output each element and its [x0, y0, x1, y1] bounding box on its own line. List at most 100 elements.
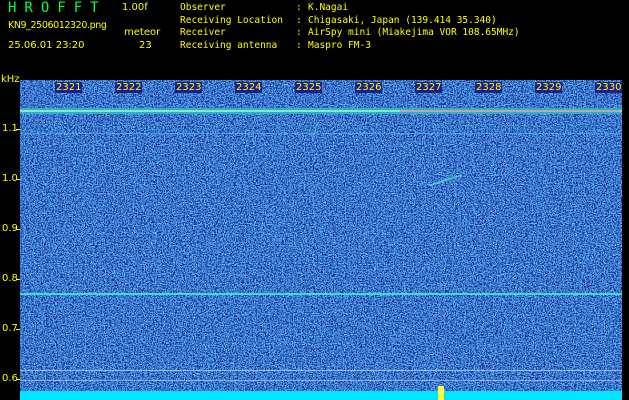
noise-speckle	[141, 149, 142, 150]
noise-speckle	[439, 305, 440, 306]
noise-speckle	[552, 188, 553, 189]
noise-speckle	[277, 136, 278, 137]
noise-speckle	[447, 305, 448, 306]
info-value: Chigasaki, Japan (139.414 35.340)	[308, 14, 497, 26]
noise-speckle	[45, 184, 46, 185]
noise-speckle	[71, 368, 72, 369]
noise-speckle	[430, 151, 431, 152]
noise-speckle	[320, 287, 321, 288]
noise-speckle	[567, 331, 568, 332]
noise-speckle	[171, 151, 172, 152]
noise-speckle	[155, 157, 156, 158]
y-axis-unit: kHz	[1, 74, 20, 85]
noise-speckle	[247, 162, 248, 163]
noise-speckle	[513, 162, 514, 163]
noise-speckle	[246, 182, 247, 183]
y-tick-mark	[16, 379, 20, 380]
noise-speckle	[22, 143, 23, 144]
x-tick-label: 2326	[355, 82, 383, 93]
noise-speckle	[260, 304, 261, 305]
carrier-band-hot	[400, 110, 620, 112]
noise-speckle	[150, 246, 151, 247]
noise-speckle	[607, 124, 608, 125]
carrier-line	[20, 133, 622, 134]
y-tick-mark	[16, 129, 20, 130]
noise-speckle	[67, 190, 68, 191]
noise-speckle	[208, 219, 209, 220]
noise-speckle	[419, 194, 420, 195]
version-label: 1.00f	[122, 2, 148, 13]
info-value: K.Nagai	[308, 2, 349, 13]
y-tick-mark	[16, 329, 20, 330]
noise-speckle	[211, 217, 212, 218]
noise-speckle	[529, 305, 530, 306]
noise-speckle	[262, 223, 263, 224]
noise-speckle	[592, 257, 593, 258]
x-tick-label: 2325	[295, 82, 323, 93]
x-tick-label: 2322	[115, 82, 143, 93]
carrier-line	[20, 370, 622, 371]
noise-speckle	[228, 233, 229, 234]
noise-speckle	[25, 203, 26, 204]
noise-speckle	[317, 132, 318, 133]
noise-speckle	[227, 118, 228, 119]
noise-speckle	[234, 381, 235, 382]
noise-speckle	[588, 232, 589, 233]
noise-speckle	[89, 334, 90, 335]
noise-speckle	[200, 140, 201, 141]
noise-speckle	[414, 198, 415, 199]
noise-speckle	[512, 199, 513, 200]
noise-speckle	[134, 269, 135, 270]
noise-speckle	[188, 215, 189, 216]
noise-speckle	[250, 224, 251, 225]
noise-speckle	[376, 348, 377, 349]
noise-speckle	[604, 298, 605, 299]
noise-speckle	[442, 309, 443, 310]
noise-speckle	[299, 124, 300, 125]
noise-speckle	[584, 333, 585, 334]
noise-speckle	[468, 122, 469, 123]
noise-speckle	[214, 347, 215, 348]
noise-speckle	[39, 267, 40, 268]
noise-speckle	[208, 141, 209, 142]
noise-speckle	[539, 270, 540, 271]
noise-speckle	[206, 348, 207, 349]
carrier-line-strong	[20, 293, 622, 295]
noise-speckle	[518, 315, 519, 316]
noise-speckle	[161, 169, 162, 170]
noise-speckle	[519, 338, 520, 339]
x-tick-label: 2323	[175, 82, 203, 93]
waterfall-spectrogram	[20, 80, 622, 400]
noise-speckle	[444, 299, 445, 300]
noise-speckle	[544, 229, 545, 230]
info-value: Maspro FM-3	[308, 39, 371, 51]
noise-speckle	[422, 357, 423, 358]
noise-speckle	[485, 120, 486, 121]
noise-speckle	[93, 149, 94, 150]
noise-speckle	[439, 337, 440, 338]
hrofft-window: HROFFT 1.00f KN9_2506012320.png 25.06.01…	[0, 0, 629, 400]
noise-speckle	[579, 225, 580, 226]
noise-speckle	[193, 338, 194, 339]
noise-speckle	[213, 300, 214, 301]
noise-speckle	[396, 360, 397, 361]
y-tick-mark	[16, 229, 20, 230]
x-tick-label: 2321	[55, 82, 83, 93]
bottom-band-spike	[438, 386, 444, 400]
noise-speckle	[404, 284, 405, 285]
noise-speckle	[504, 226, 505, 227]
app-title: HROFFT	[8, 0, 107, 16]
carrier-line	[20, 380, 622, 381]
info-colon: :	[296, 14, 302, 26]
y-tick-mark	[16, 279, 20, 280]
waterfall-noise-bright	[20, 80, 622, 400]
noise-speckle	[432, 258, 433, 259]
x-tick-label: 2324	[235, 82, 263, 93]
noise-speckle	[254, 142, 255, 143]
info-colon: :	[296, 27, 302, 38]
noise-speckle	[616, 330, 617, 331]
noise-speckle	[308, 152, 309, 153]
noise-speckle	[190, 344, 191, 345]
noise-speckle	[409, 301, 410, 302]
noise-speckle	[441, 255, 442, 256]
